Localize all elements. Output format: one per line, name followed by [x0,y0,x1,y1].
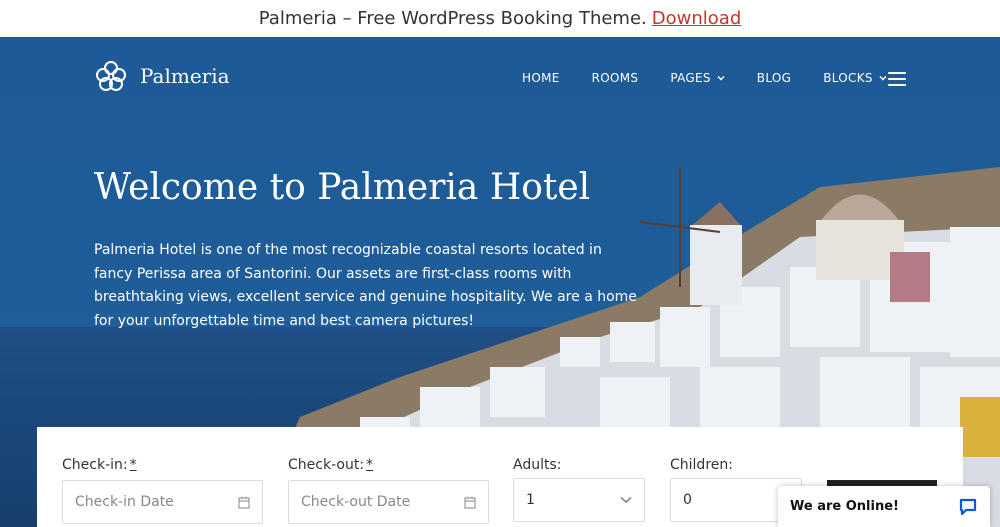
checkout-label: Check-out: * [288,457,374,473]
nav-item-home[interactable]: HOME [522,71,560,85]
nav-item-label: BLOCKS [823,71,873,85]
chat-bubble-icon [959,498,977,515]
checkin-field[interactable]: Check-in Date [62,480,263,524]
checkin-label: Check-in: * [62,457,137,473]
promo-text: Palmeria – Free WordPress Booking Theme. [258,8,647,29]
checkout-placeholder: Check-out Date [301,494,411,510]
brand-name: Palmeria [140,64,230,88]
chat-status: We are Online! [790,499,899,514]
nav-item-pages[interactable]: PAGES [670,71,725,85]
main-nav: HOME ROOMS PAGES BLOG BLOCKS [522,71,919,85]
hero-title: Welcome to Palmeria Hotel [94,167,591,208]
calendar-icon [238,496,250,509]
children-value: 0 [683,492,692,508]
nav-item-blog[interactable]: BLOG [757,71,791,85]
nav-item-rooms[interactable]: ROOMS [592,71,639,85]
children-label: Children: [670,457,733,473]
nav-item-label: BLOG [756,71,792,85]
chevron-down-icon [620,496,632,504]
adults-value: 1 [526,492,535,508]
download-link[interactable]: Download [652,8,741,29]
calendar-icon [464,496,476,509]
nav-item-label: ROOMS [591,71,639,85]
checkout-field[interactable]: Check-out Date [288,480,489,524]
nav-item-label: PAGES [670,71,711,85]
hero-description: Palmeria Hotel is one of the most recogn… [94,242,637,329]
site-logo[interactable]: Palmeria [94,59,230,93]
chat-widget[interactable]: We are Online! [778,486,990,527]
hamburger-menu-icon[interactable] [888,72,906,86]
adults-select[interactable]: 1 [513,478,645,522]
palmeria-logo-icon [96,61,126,91]
chevron-down-icon [717,75,725,81]
nav-item-blocks[interactable]: BLOCKS [823,71,887,85]
chevron-down-icon [879,75,887,81]
adults-label: Adults: [513,457,562,473]
promo-bar: Palmeria – Free WordPress Booking Theme.… [0,0,1000,37]
checkin-placeholder: Check-in Date [75,494,174,510]
nav-item-label: HOME [522,71,560,85]
